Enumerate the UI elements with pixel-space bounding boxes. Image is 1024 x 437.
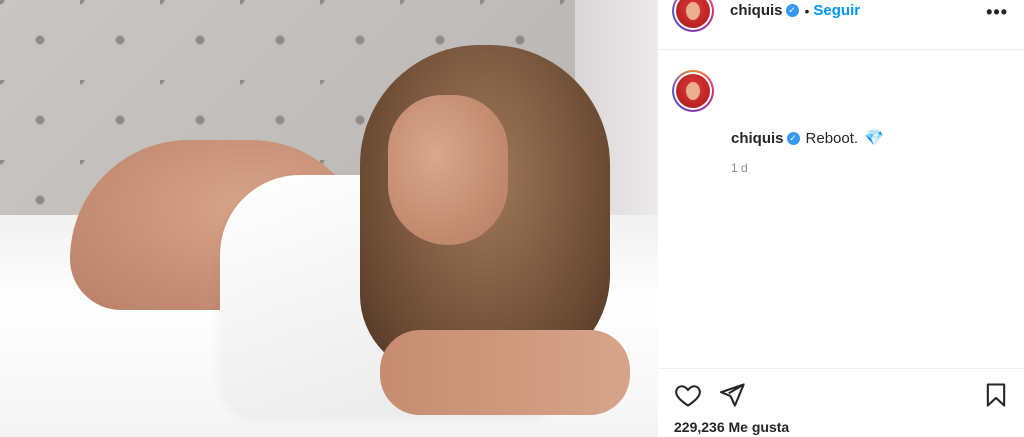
caption-area: chiquis ✓ Reboot. 💎 1 d [658,50,1024,370]
likes-count[interactable]: 229,236 Me gusta [674,419,789,435]
verified-badge-icon: ✓ [785,4,799,17]
post-sidebar: chiquis ✓ • Seguir ••• chiquis ✓ Reboot.… [658,0,1024,437]
avatar-image [676,0,710,28]
figure-face [388,95,508,245]
post-timestamp[interactable]: 1 d [731,161,748,175]
header-username[interactable]: chiquis [730,2,783,19]
post-header: chiquis ✓ • Seguir ••• [658,0,1024,50]
gem-emoji: 💎 [864,130,884,147]
bookmark-icon[interactable] [982,381,1010,409]
header-avatar[interactable] [672,0,714,32]
caption-line: chiquis ✓ Reboot. 💎 [731,128,884,148]
caption-text: Reboot. [805,129,859,147]
header-user-row: chiquis ✓ • Seguir [730,2,860,19]
separator-dot: • [804,2,810,19]
post-image[interactable] [0,0,658,437]
follow-button[interactable]: Seguir [813,2,860,19]
send-icon[interactable] [718,381,746,409]
figure-arm [380,330,630,415]
verified-badge-icon: ✓ [786,131,800,145]
heart-icon[interactable] [674,381,702,409]
caption-username[interactable]: chiquis [731,130,784,147]
avatar-image [676,74,710,108]
action-bar: 229,236 Me gusta [658,368,1024,437]
more-options-icon[interactable]: ••• [986,2,1008,23]
caption-avatar[interactable] [672,70,714,112]
